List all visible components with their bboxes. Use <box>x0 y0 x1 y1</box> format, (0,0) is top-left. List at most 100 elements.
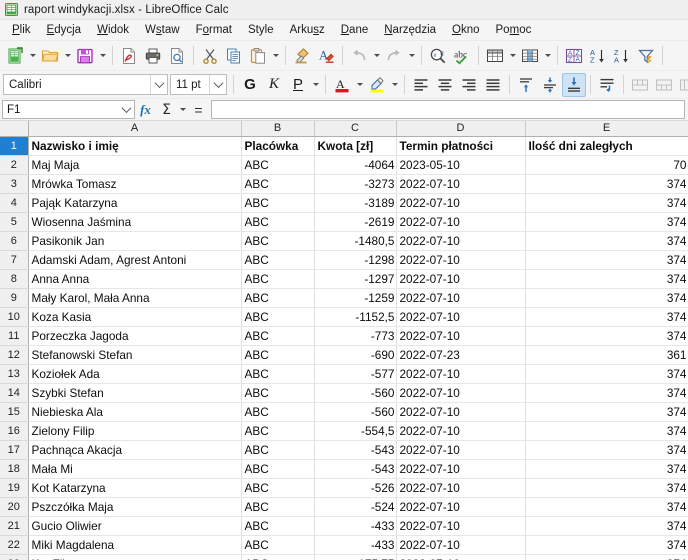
cell-e9[interactable]: 374 <box>525 288 688 308</box>
font-size-chevron-down-icon[interactable] <box>209 75 226 94</box>
cell-a6[interactable]: Pasikonik Jan <box>28 231 242 251</box>
cell-a2[interactable]: Maj Maja <box>28 155 242 175</box>
cell-b20[interactable]: ABC <box>241 497 315 517</box>
cell-b12[interactable]: ABC <box>241 345 315 365</box>
cell-c23[interactable]: -175,75 <box>314 554 397 560</box>
cell-a19[interactable]: Kot Katarzyna <box>28 478 242 498</box>
cell-d8[interactable]: 2022-07-10 <box>396 269 526 289</box>
cell-e18[interactable]: 374 <box>525 459 688 479</box>
row-header-5[interactable]: 5 <box>0 212 29 232</box>
cell-b2[interactable]: ABC <box>241 155 315 175</box>
cell-e16[interactable]: 374 <box>525 421 688 441</box>
cell-b18[interactable]: ABC <box>241 459 315 479</box>
cell-c5[interactable]: -2619 <box>314 212 397 232</box>
cell-e21[interactable]: 374 <box>525 516 688 536</box>
cell-c6[interactable]: -1480,5 <box>314 231 397 251</box>
menu-plik[interactable]: Plik <box>4 22 39 39</box>
cell-c9[interactable]: -1259 <box>314 288 397 308</box>
row-header-15[interactable]: 15 <box>0 402 29 422</box>
cell-d17[interactable]: 2022-07-10 <box>396 440 526 460</box>
align-center-icon[interactable] <box>433 73 457 97</box>
cell-d7[interactable]: 2022-07-10 <box>396 250 526 270</box>
export-pdf-icon[interactable] <box>117 44 141 68</box>
row-header-17[interactable]: 17 <box>0 440 29 460</box>
cell-e15[interactable]: 374 <box>525 402 688 422</box>
insert-column-icon[interactable] <box>518 44 542 68</box>
row-header-7[interactable]: 7 <box>0 250 29 270</box>
menu-dane[interactable]: Dane <box>333 22 377 39</box>
cell-e11[interactable]: 374 <box>525 326 688 346</box>
redo-icon[interactable] <box>382 44 406 68</box>
cell-c8[interactable]: -1297 <box>314 269 397 289</box>
cell-d14[interactable]: 2022-07-10 <box>396 383 526 403</box>
font-color-icon[interactable]: A <box>330 73 354 97</box>
cell-c18[interactable]: -543 <box>314 459 397 479</box>
cell-a11[interactable]: Porzeczka Jagoda <box>28 326 242 346</box>
cell-c13[interactable]: -577 <box>314 364 397 384</box>
cell-d6[interactable]: 2022-07-10 <box>396 231 526 251</box>
print-preview-icon[interactable] <box>165 44 189 68</box>
cell-a18[interactable]: Mała Mi <box>28 459 242 479</box>
cell-a7[interactable]: Adamski Adam, Agrest Antoni <box>28 250 242 270</box>
menu-okno[interactable]: Okno <box>444 22 488 39</box>
menu-style[interactable]: Style <box>240 22 282 39</box>
cell-d21[interactable]: 2022-07-10 <box>396 516 526 536</box>
select-all-corner[interactable] <box>0 121 29 137</box>
cell-c21[interactable]: -433 <box>314 516 397 536</box>
row-header-14[interactable]: 14 <box>0 383 29 403</box>
cell-a21[interactable]: Gucio Oliwier <box>28 516 242 536</box>
cell-a20[interactable]: Pszczółka Maja <box>28 497 242 517</box>
row-header-6[interactable]: 6 <box>0 231 29 251</box>
row-header-11[interactable]: 11 <box>0 326 29 346</box>
cell-c10[interactable]: -1152,5 <box>314 307 397 327</box>
cell-e14[interactable]: 374 <box>525 383 688 403</box>
save-icon[interactable] <box>73 44 97 68</box>
row-header-20[interactable]: 20 <box>0 497 29 517</box>
cell-c11[interactable]: -773 <box>314 326 397 346</box>
cell-c15[interactable]: -560 <box>314 402 397 422</box>
cell-a23[interactable]: Kot Filemon <box>28 554 242 560</box>
sort-ascending-icon[interactable]: A Z <box>586 44 610 68</box>
cell-b10[interactable]: ABC <box>241 307 315 327</box>
cell-b23[interactable]: ABC <box>241 554 315 560</box>
cell-e6[interactable]: 374 <box>525 231 688 251</box>
menu-wstaw[interactable]: Wstaw <box>137 22 188 39</box>
new-document-dropdown[interactable] <box>27 44 38 68</box>
menu-edycja[interactable]: Edycja <box>39 22 90 39</box>
find-replace-icon[interactable]: a d <box>426 44 450 68</box>
cell-a17[interactable]: Pachnąca Akacja <box>28 440 242 460</box>
cell-d18[interactable]: 2022-07-10 <box>396 459 526 479</box>
cell-e7[interactable]: 374 <box>525 250 688 270</box>
new-document-icon[interactable] <box>3 44 27 68</box>
cell-a12[interactable]: Stefanowski Stefan <box>28 345 242 365</box>
save-dropdown[interactable] <box>97 44 108 68</box>
cell-d15[interactable]: 2022-07-10 <box>396 402 526 422</box>
cell-e4[interactable]: 374 <box>525 193 688 213</box>
merge-cells-icon[interactable] <box>628 73 652 97</box>
row-header-12[interactable]: 12 <box>0 345 29 365</box>
menu-narzedzia[interactable]: Narzędzia <box>376 22 444 39</box>
cell-e3[interactable]: 374 <box>525 174 688 194</box>
cell-b6[interactable]: ABC <box>241 231 315 251</box>
align-vcenter-icon[interactable] <box>538 73 562 97</box>
sigma-dropdown[interactable] <box>177 98 188 122</box>
align-right-icon[interactable] <box>457 73 481 97</box>
copy-icon[interactable] <box>222 44 246 68</box>
open-folder-dropdown[interactable] <box>62 44 73 68</box>
cell-d13[interactable]: 2022-07-10 <box>396 364 526 384</box>
row-header-23[interactable]: 23 <box>0 554 29 560</box>
cell-e19[interactable]: 374 <box>525 478 688 498</box>
row-header-4[interactable]: 4 <box>0 193 29 213</box>
cell-d23[interactable]: 2022-07-10 <box>396 554 526 560</box>
clear-formatting-icon[interactable]: A <box>314 44 338 68</box>
row-header-1[interactable]: 1 <box>0 136 29 156</box>
unmerge-cells-icon[interactable] <box>676 73 688 97</box>
menu-widok[interactable]: Widok <box>89 22 137 39</box>
print-icon[interactable] <box>141 44 165 68</box>
row-header-8[interactable]: 8 <box>0 269 29 289</box>
fx-icon[interactable]: fx <box>135 100 156 120</box>
open-folder-icon[interactable] <box>38 44 62 68</box>
cell-e17[interactable]: 374 <box>525 440 688 460</box>
font-name-chevron-down-icon[interactable] <box>150 75 167 94</box>
column-header-a[interactable]: A <box>28 121 242 137</box>
